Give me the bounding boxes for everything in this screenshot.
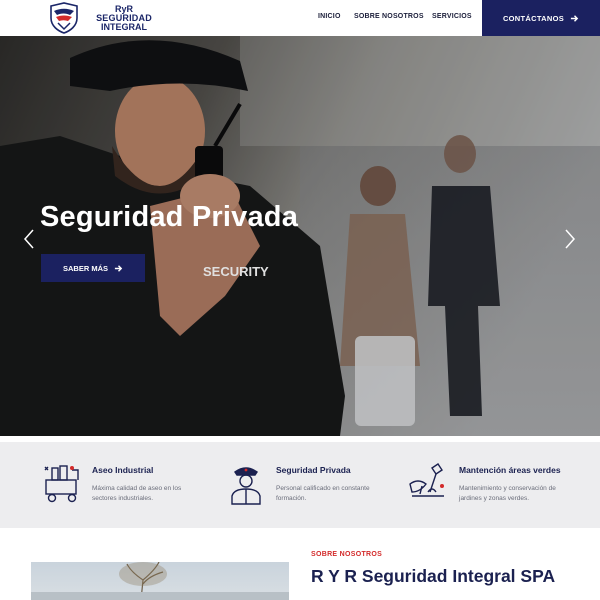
- about-title: R Y R Seguridad Integral SPA: [311, 566, 556, 586]
- gardening-icon: [409, 463, 444, 497]
- nav-servicios[interactable]: SERVICIOS: [432, 13, 472, 20]
- saber-mas-button[interactable]: SABER MÁS: [41, 254, 145, 282]
- service-description: Personal calificado en constante formaci…: [276, 485, 370, 502]
- cleaning-cart-icon: [44, 465, 79, 503]
- logo[interactable]: RyR SEGURIDAD INTEGRAL: [48, 2, 158, 34]
- site-header: RyR SEGURIDAD INTEGRAL INICIO SOBRE NOSO…: [0, 0, 600, 36]
- hero-slider: SECURITY Seguridad Privada SABER MÁS: [0, 36, 600, 436]
- about-eyebrow: SOBRE NOSOTROS: [311, 551, 383, 558]
- nav-sobre-nosotros[interactable]: SOBRE NOSOTROS: [354, 13, 424, 20]
- tree-illustration: [31, 562, 289, 600]
- logo-text: RyR SEGURIDAD INTEGRAL: [84, 5, 164, 32]
- slider-prev-arrow-icon[interactable]: [22, 228, 36, 250]
- nav-inicio[interactable]: INICIO: [318, 13, 341, 20]
- service-description: Mantenimiento y conservación de jardines…: [459, 485, 556, 502]
- saber-mas-label: SABER MÁS: [62, 263, 108, 273]
- logo-line-3: INTEGRAL: [101, 22, 147, 32]
- arrow-right-icon: [114, 264, 123, 272]
- shield-logo-icon: [50, 2, 78, 34]
- hero-title: Seguridad Privada: [40, 201, 299, 233]
- service-title: Mantención áreas verdes: [459, 465, 561, 475]
- security-guard-icon: [231, 467, 261, 505]
- contact-button[interactable]: CONTÁCTANOS: [482, 0, 600, 36]
- service-title: Seguridad Privada: [276, 465, 351, 475]
- about-photo: [31, 562, 289, 600]
- service-title: Aseo Industrial: [92, 465, 154, 475]
- hero-photo: SECURITY: [0, 36, 600, 436]
- service-description: Máxima calidad de aseo en los sectores i…: [92, 485, 182, 502]
- services-band: Aseo Industrial Máxima calidad de aseo e…: [0, 442, 600, 528]
- arrow-right-icon: [570, 14, 579, 22]
- slider-next-arrow-icon[interactable]: [563, 228, 577, 250]
- contact-button-label: CONTÁCTANOS: [502, 13, 565, 23]
